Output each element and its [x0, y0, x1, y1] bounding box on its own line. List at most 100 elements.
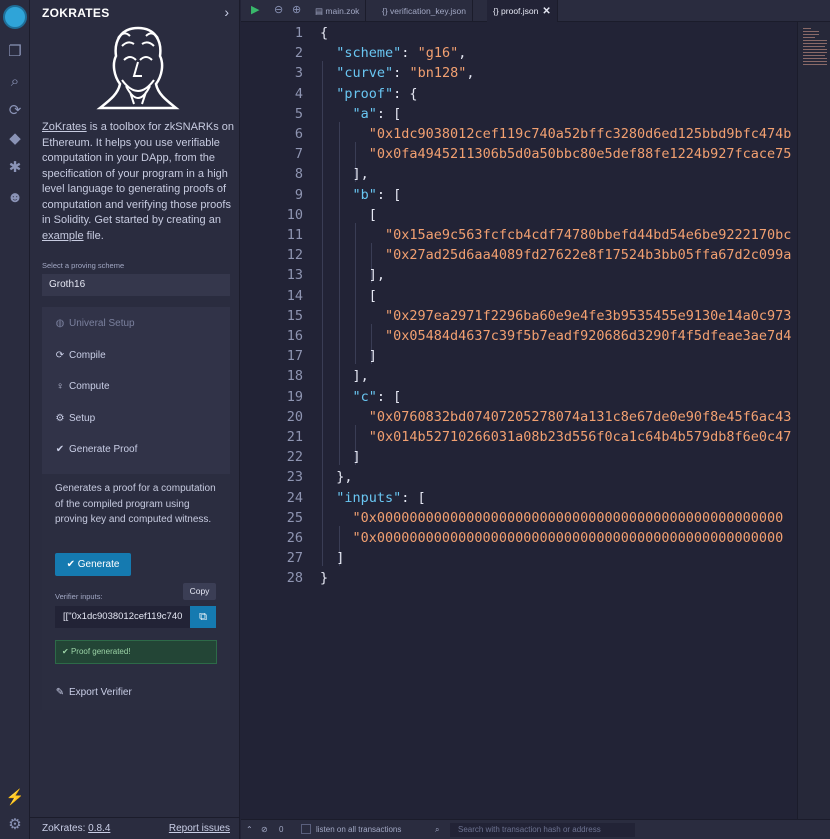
file-icon: ▤ [315, 6, 326, 16]
code-line: ], [320, 166, 369, 183]
zoom-in-icon[interactable]: ⊕ [292, 3, 301, 16]
status-bar: ⌃ ⊘ 0 listen on all transactions ⌕ Searc… [241, 819, 830, 839]
code-line: "curve": "bn128", [336, 65, 475, 82]
version-link[interactable]: 0.8.4 [88, 823, 110, 834]
globe-icon: ◍ [55, 318, 65, 329]
gear-icon: ⚙ [55, 413, 65, 424]
line-number: 15 [286, 307, 303, 324]
close-icon[interactable]: ✕ [542, 6, 550, 17]
zokrates-plugin-icon[interactable]: ☻ [5, 188, 25, 208]
tab-verification-key[interactable]: {} verification_key.json [376, 0, 473, 22]
compiler-icon[interactable]: ⟳ [5, 101, 25, 121]
code-line: { [320, 25, 329, 41]
listen-checkbox[interactable] [301, 824, 311, 834]
copy-button[interactable]: ⧉ [190, 606, 216, 628]
code-line: ] [320, 550, 345, 567]
line-number: 20 [286, 408, 303, 425]
line-number: 18 [286, 368, 303, 385]
version-info: ZoKrates: 0.8.4 [42, 823, 110, 834]
file-explorer-icon[interactable]: ❐ [5, 42, 25, 62]
code-line: "0x0000000000000000000000000000000000000… [352, 509, 784, 526]
minimap[interactable] [797, 22, 830, 819]
code-line: ], [320, 368, 369, 385]
braces-icon: {} [493, 6, 502, 16]
copy-tooltip: Copy [183, 583, 216, 600]
check-icon: ✔ [55, 444, 65, 455]
line-number: 5 [294, 105, 303, 122]
tab-label: proof.json [501, 6, 539, 16]
settings-gear-icon[interactable]: ⚙ [5, 815, 25, 835]
code-line: "0x05484d4637c39f5b7eadf920686d3290f4f5d… [385, 328, 792, 344]
generate-button[interactable]: ✔ Generate [55, 553, 131, 576]
home-icon[interactable] [3, 5, 27, 29]
run-icon[interactable]: ▶ [251, 3, 259, 16]
search-icon[interactable]: ⌕ [5, 72, 25, 92]
line-number: 21 [286, 429, 303, 445]
block-icon: ⊘ [261, 825, 268, 834]
code-area[interactable]: { "scheme": "g16", "curve": "bn128", "pr… [320, 22, 797, 819]
zokrates-link[interactable]: ZoKrates [42, 121, 87, 133]
line-number: 11 [286, 227, 303, 243]
success-alert: ✔ Proof generated! [55, 640, 217, 664]
step-universal-setup[interactable]: ◍ Univeral Setup [54, 318, 135, 329]
success-message: Proof generated! [70, 647, 131, 656]
code-line: }, [320, 469, 353, 486]
app-window: ❐ ⌕ ⟳ ◆ ✱ ☻ ⚡ ⚙ ZOKRATES › ZoKrates is a… [0, 0, 830, 839]
zokrates-logo [96, 26, 180, 110]
braces-icon: {} [382, 6, 391, 16]
refresh-icon: ⟳ [55, 350, 65, 361]
example-link[interactable]: example [42, 230, 84, 242]
line-number: 9 [294, 186, 303, 203]
step-setup[interactable]: ⚙ Setup [54, 413, 96, 424]
transaction-search-input[interactable]: Search with transaction hash or address [450, 823, 635, 837]
line-number: 14 [286, 287, 303, 304]
proving-scheme-select[interactable]: Groth16 [42, 274, 230, 296]
panel-title: ZOKRATES [42, 6, 110, 20]
code-line: [ [320, 287, 377, 304]
chevron-right-icon[interactable]: › [224, 4, 229, 20]
editor-tab-bar: ▶ ⊖ ⊕ ▤ main.zok {} verification_key.jso… [241, 0, 830, 22]
step-generate-proof[interactable]: ✔ Generate Proof [54, 444, 138, 455]
tab-main-zok[interactable]: ▤ main.zok [309, 0, 367, 22]
step-label: Setup [69, 413, 96, 424]
code-line: "0x297ea2971f2296ba60e9e4fe3b9535455e913… [385, 307, 792, 324]
steps-card: ◍ Univeral Setup ⟳ Compile ♀ Compute ⚙ Setup… [42, 307, 230, 710]
tab-proof-json[interactable]: {} proof.json ✕ [487, 0, 558, 22]
panel-footer: ZoKrates: 0.8.4 Report issues [30, 817, 240, 839]
check-icon: ✔ [66, 559, 78, 570]
step-label: Compile [69, 350, 106, 361]
tab-label: main.zok [325, 6, 360, 16]
line-number: 8 [294, 166, 303, 183]
step-compute[interactable]: ♀ Compute [54, 381, 110, 392]
line-number: 16 [286, 328, 303, 344]
code-line: "0x014b52710266031a08b23d556f0ca1c64b4b5… [368, 429, 792, 445]
verifier-inputs-field[interactable]: [["0x1dc9038012cef119c740 [55, 606, 190, 628]
line-number: 23 [286, 469, 303, 486]
code-line: "proof": { [336, 85, 418, 102]
line-number-gutter: 1 2 3 4 5 6 7 8 9 10 11 12 13 14 15 16 17 18 19 20 21 22 23 24 2… [241, 22, 309, 819]
check-icon: ✔ [62, 647, 71, 656]
step-label: Generate Proof [69, 444, 138, 455]
export-icon: ✎ [55, 687, 65, 698]
deploy-icon[interactable]: ◆ [5, 129, 25, 149]
listen-label: listen on all transactions [316, 825, 402, 834]
line-number: 12 [286, 247, 303, 264]
line-number: 3 [294, 65, 303, 82]
line-number: 28 [286, 570, 303, 587]
line-number: 7 [294, 146, 303, 163]
debugger-icon[interactable]: ✱ [5, 158, 25, 178]
zoom-out-icon[interactable]: ⊖ [274, 3, 283, 16]
report-issues-link[interactable]: Report issues [169, 823, 230, 834]
export-verifier[interactable]: ✎ Export Verifier [54, 687, 132, 698]
code-line: [ [320, 206, 377, 223]
code-line: "scheme": "g16", [336, 45, 467, 62]
step-label: Compute [69, 381, 110, 392]
code-editor[interactable]: 1 2 3 4 5 6 7 8 9 10 11 12 13 14 15 16 17 18 19 20 21 22 23 24 2… [241, 22, 797, 819]
plugin-manager-icon[interactable]: ⚡ [5, 788, 25, 808]
code-line: "a": [ [352, 105, 402, 122]
plugin-panel: ZOKRATES › ZoKrates is a toolbox for zkS… [30, 0, 240, 839]
code-line: "0x1dc9038012cef119c740a52bffc3280d6ed12… [368, 126, 792, 142]
double-chevron-up-icon[interactable]: ⌃ [246, 825, 253, 834]
step-compile[interactable]: ⟳ Compile [54, 350, 106, 361]
description-text: is a toolbox for zkSNARKs on Ethereum. I… [42, 121, 234, 226]
